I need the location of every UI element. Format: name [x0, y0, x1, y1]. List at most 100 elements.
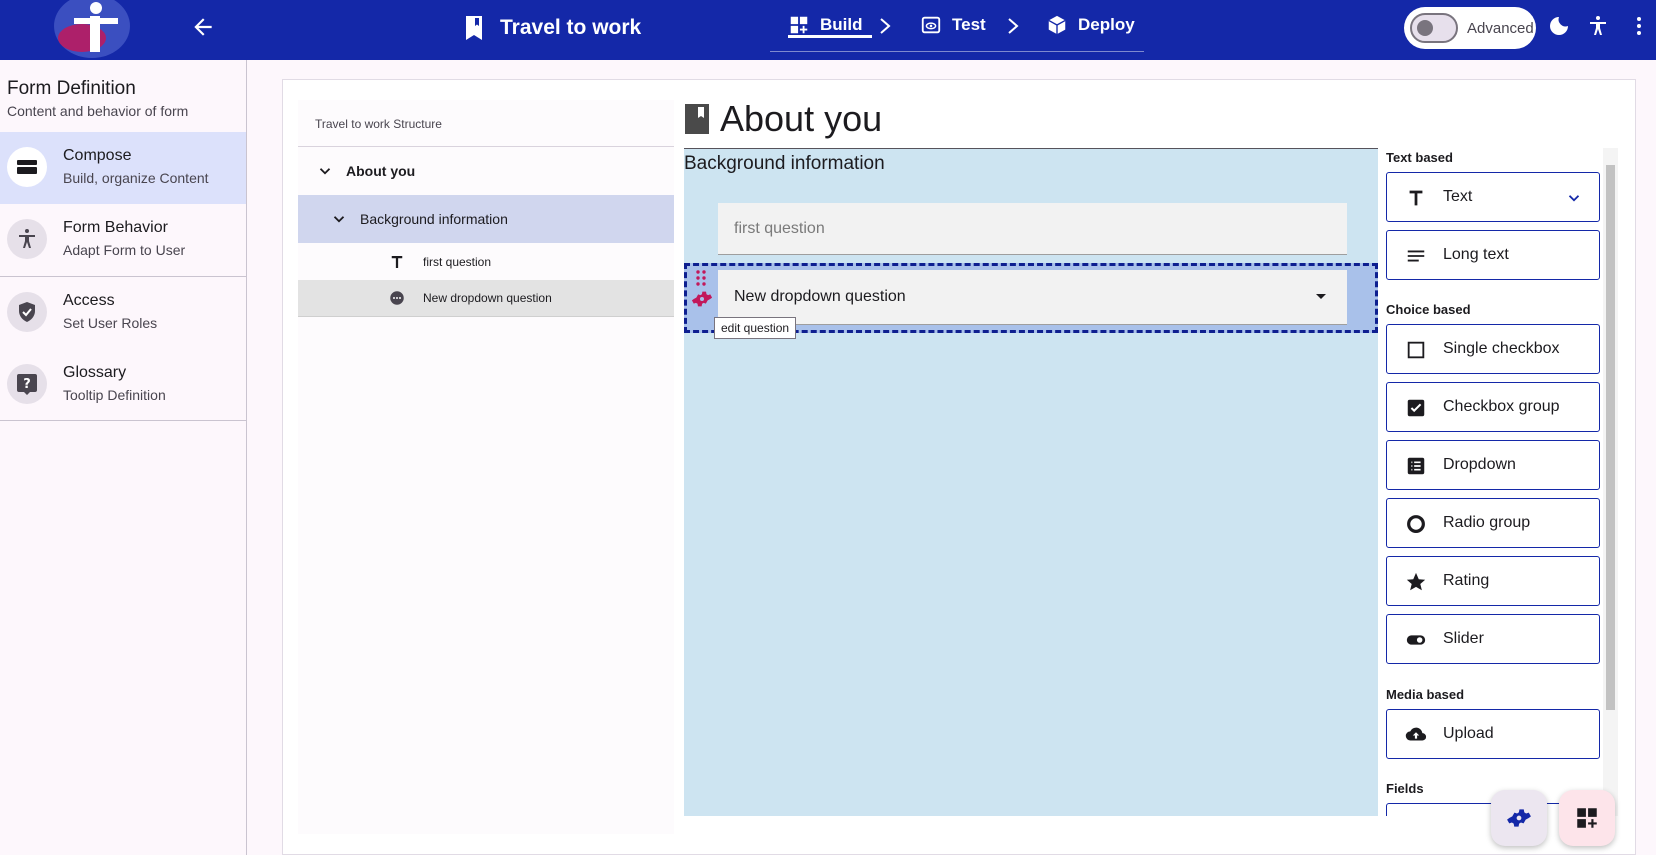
chevron-right-icon	[880, 18, 891, 34]
page-title: About you	[720, 98, 883, 139]
step-build[interactable]: Build	[788, 14, 872, 38]
tree-node-label: first question	[423, 254, 492, 269]
palette-item-label: Text	[1443, 188, 1473, 205]
chevron-down-icon[interactable]	[1565, 189, 1583, 207]
dropdown-arrow-icon[interactable]	[1315, 293, 1327, 301]
palette-item-label: Long text	[1443, 246, 1509, 263]
sidebar-item-label: Form Behavior	[63, 219, 168, 236]
sidebar-title: Form Definition	[7, 78, 136, 99]
sidebar-item-form-behavior[interactable]: Form Behavior Adapt Form to User	[0, 204, 246, 276]
shield-icon	[7, 292, 47, 332]
step-build-label: Build	[820, 15, 863, 34]
advanced-toggle[interactable]: Advanced	[1404, 7, 1536, 49]
checkbox-checked-icon	[1407, 399, 1425, 417]
add-rating-button[interactable]: Rating	[1386, 556, 1600, 606]
toggle-icon	[1406, 635, 1426, 645]
sidebar-item-sublabel: Tooltip Definition	[63, 387, 166, 403]
sidebar-item-label: Compose	[63, 147, 132, 164]
app-logo[interactable]	[52, 0, 132, 60]
question-palette: Text based Text Long text Choice based S…	[1378, 148, 1618, 816]
step-deploy-label: Deploy	[1078, 15, 1135, 34]
edit-question-tooltip: edit question	[714, 317, 797, 339]
palette-item-label: Radio group	[1443, 514, 1531, 531]
add-upload-button[interactable]: Upload	[1386, 709, 1600, 759]
tree-node-question[interactable]: first question	[298, 243, 674, 280]
palette-item-label: Single checkbox	[1443, 340, 1560, 357]
page-header: About you	[684, 98, 882, 140]
preview-icon	[921, 16, 941, 34]
text-type-icon	[1409, 190, 1423, 206]
help-icon: ?	[7, 364, 47, 404]
cloud-upload-icon	[1405, 727, 1427, 741]
gear-icon	[1507, 809, 1531, 827]
advanced-label: Advanced	[1467, 19, 1534, 37]
add-dropdown-button[interactable]: Dropdown	[1386, 440, 1600, 490]
drag-handle-icon[interactable]	[696, 270, 706, 288]
add-single-checkbox-button[interactable]: Single checkbox	[1386, 324, 1600, 374]
sidebar-item-sublabel: Set User Roles	[63, 315, 158, 331]
add-element-fab[interactable]	[1559, 790, 1615, 846]
back-arrow-icon[interactable]	[190, 14, 216, 40]
list-icon	[1407, 457, 1425, 475]
form-title: Travel to work	[500, 16, 642, 39]
sidebar-item-access[interactable]: Access Set User Roles	[0, 277, 246, 349]
add-radio-group-button[interactable]: Radio group	[1386, 498, 1600, 548]
tree-node-label: New dropdown question	[423, 291, 552, 305]
palette-group-heading: Text based	[1386, 150, 1453, 165]
section-title: Background information	[684, 153, 885, 174]
settings-fab[interactable]	[1491, 790, 1547, 846]
toggle-switch[interactable]	[1410, 13, 1458, 43]
palette-item-label: Slider	[1443, 630, 1484, 647]
step-deploy[interactable]: Deploy	[1046, 14, 1135, 36]
step-test-label: Test	[952, 15, 986, 34]
compose-icon	[7, 147, 47, 187]
scrollbar-thumb[interactable]	[1606, 165, 1615, 710]
build-icon	[1577, 808, 1597, 828]
palette-scrollbar[interactable]	[1603, 148, 1618, 816]
sidebar: Form Definition Content and behavior of …	[0, 60, 247, 855]
add-long-text-button[interactable]: Long text	[1386, 230, 1600, 280]
form-canvas[interactable]: Background information first question Ne…	[684, 148, 1378, 816]
field-label: New dropdown question	[734, 288, 906, 305]
palette-item-label: Checkbox group	[1443, 398, 1560, 415]
sidebar-item-compose[interactable]: Compose Build, organize Content	[0, 132, 246, 204]
accessibility-icon[interactable]	[1586, 14, 1610, 38]
package-icon	[1048, 15, 1066, 35]
chevron-down-icon[interactable]	[330, 210, 348, 228]
sidebar-item-sublabel: Build, organize Content	[63, 170, 209, 186]
sidebar-item-label: Access	[63, 292, 115, 309]
structure-heading: Travel to work Structure	[298, 100, 674, 147]
tree-node-page[interactable]: About you	[298, 147, 674, 195]
svg-text:?: ?	[23, 377, 31, 392]
add-text-button[interactable]: Text	[1386, 172, 1600, 222]
dropdown-question-field[interactable]: New dropdown question	[718, 270, 1347, 325]
palette-item-label: Rating	[1443, 572, 1490, 589]
divider	[0, 420, 246, 421]
bookmark-icon	[685, 104, 709, 134]
palette-group-heading: Media based	[1386, 687, 1465, 702]
more-vert-icon[interactable]	[1627, 14, 1651, 38]
chevron-right-icon	[1008, 18, 1019, 34]
active-step-indicator	[788, 35, 872, 38]
first-question-field[interactable]: first question	[718, 203, 1347, 255]
star-icon	[1406, 572, 1426, 591]
field-placeholder: first question	[734, 220, 825, 237]
build-icon	[790, 16, 808, 34]
tree-node-label: Background information	[360, 211, 508, 227]
sidebar-subtitle: Content and behavior of form	[7, 103, 189, 119]
tree-node-section[interactable]: Background information	[298, 195, 674, 243]
sidebar-item-glossary[interactable]: ? Glossary Tooltip Definition	[0, 349, 246, 421]
tree-node-question[interactable]: New dropdown question	[298, 280, 674, 317]
checkbox-blank-icon	[1407, 341, 1425, 359]
sidebar-item-sublabel: Adapt Form to User	[63, 242, 186, 258]
step-test[interactable]: Test	[920, 14, 986, 36]
add-checkbox-group-button[interactable]: Checkbox group	[1386, 382, 1600, 432]
top-bar: Travel to work Build Test Deploy Advance…	[0, 0, 1656, 60]
chevron-down-icon[interactable]	[316, 162, 334, 180]
gear-icon[interactable]	[691, 288, 713, 310]
bookmark-icon	[466, 16, 482, 40]
dark-mode-icon[interactable]	[1547, 14, 1571, 38]
add-slider-button[interactable]: Slider	[1386, 614, 1600, 664]
accessibility-icon	[7, 219, 47, 259]
radio-icon	[1407, 515, 1425, 533]
